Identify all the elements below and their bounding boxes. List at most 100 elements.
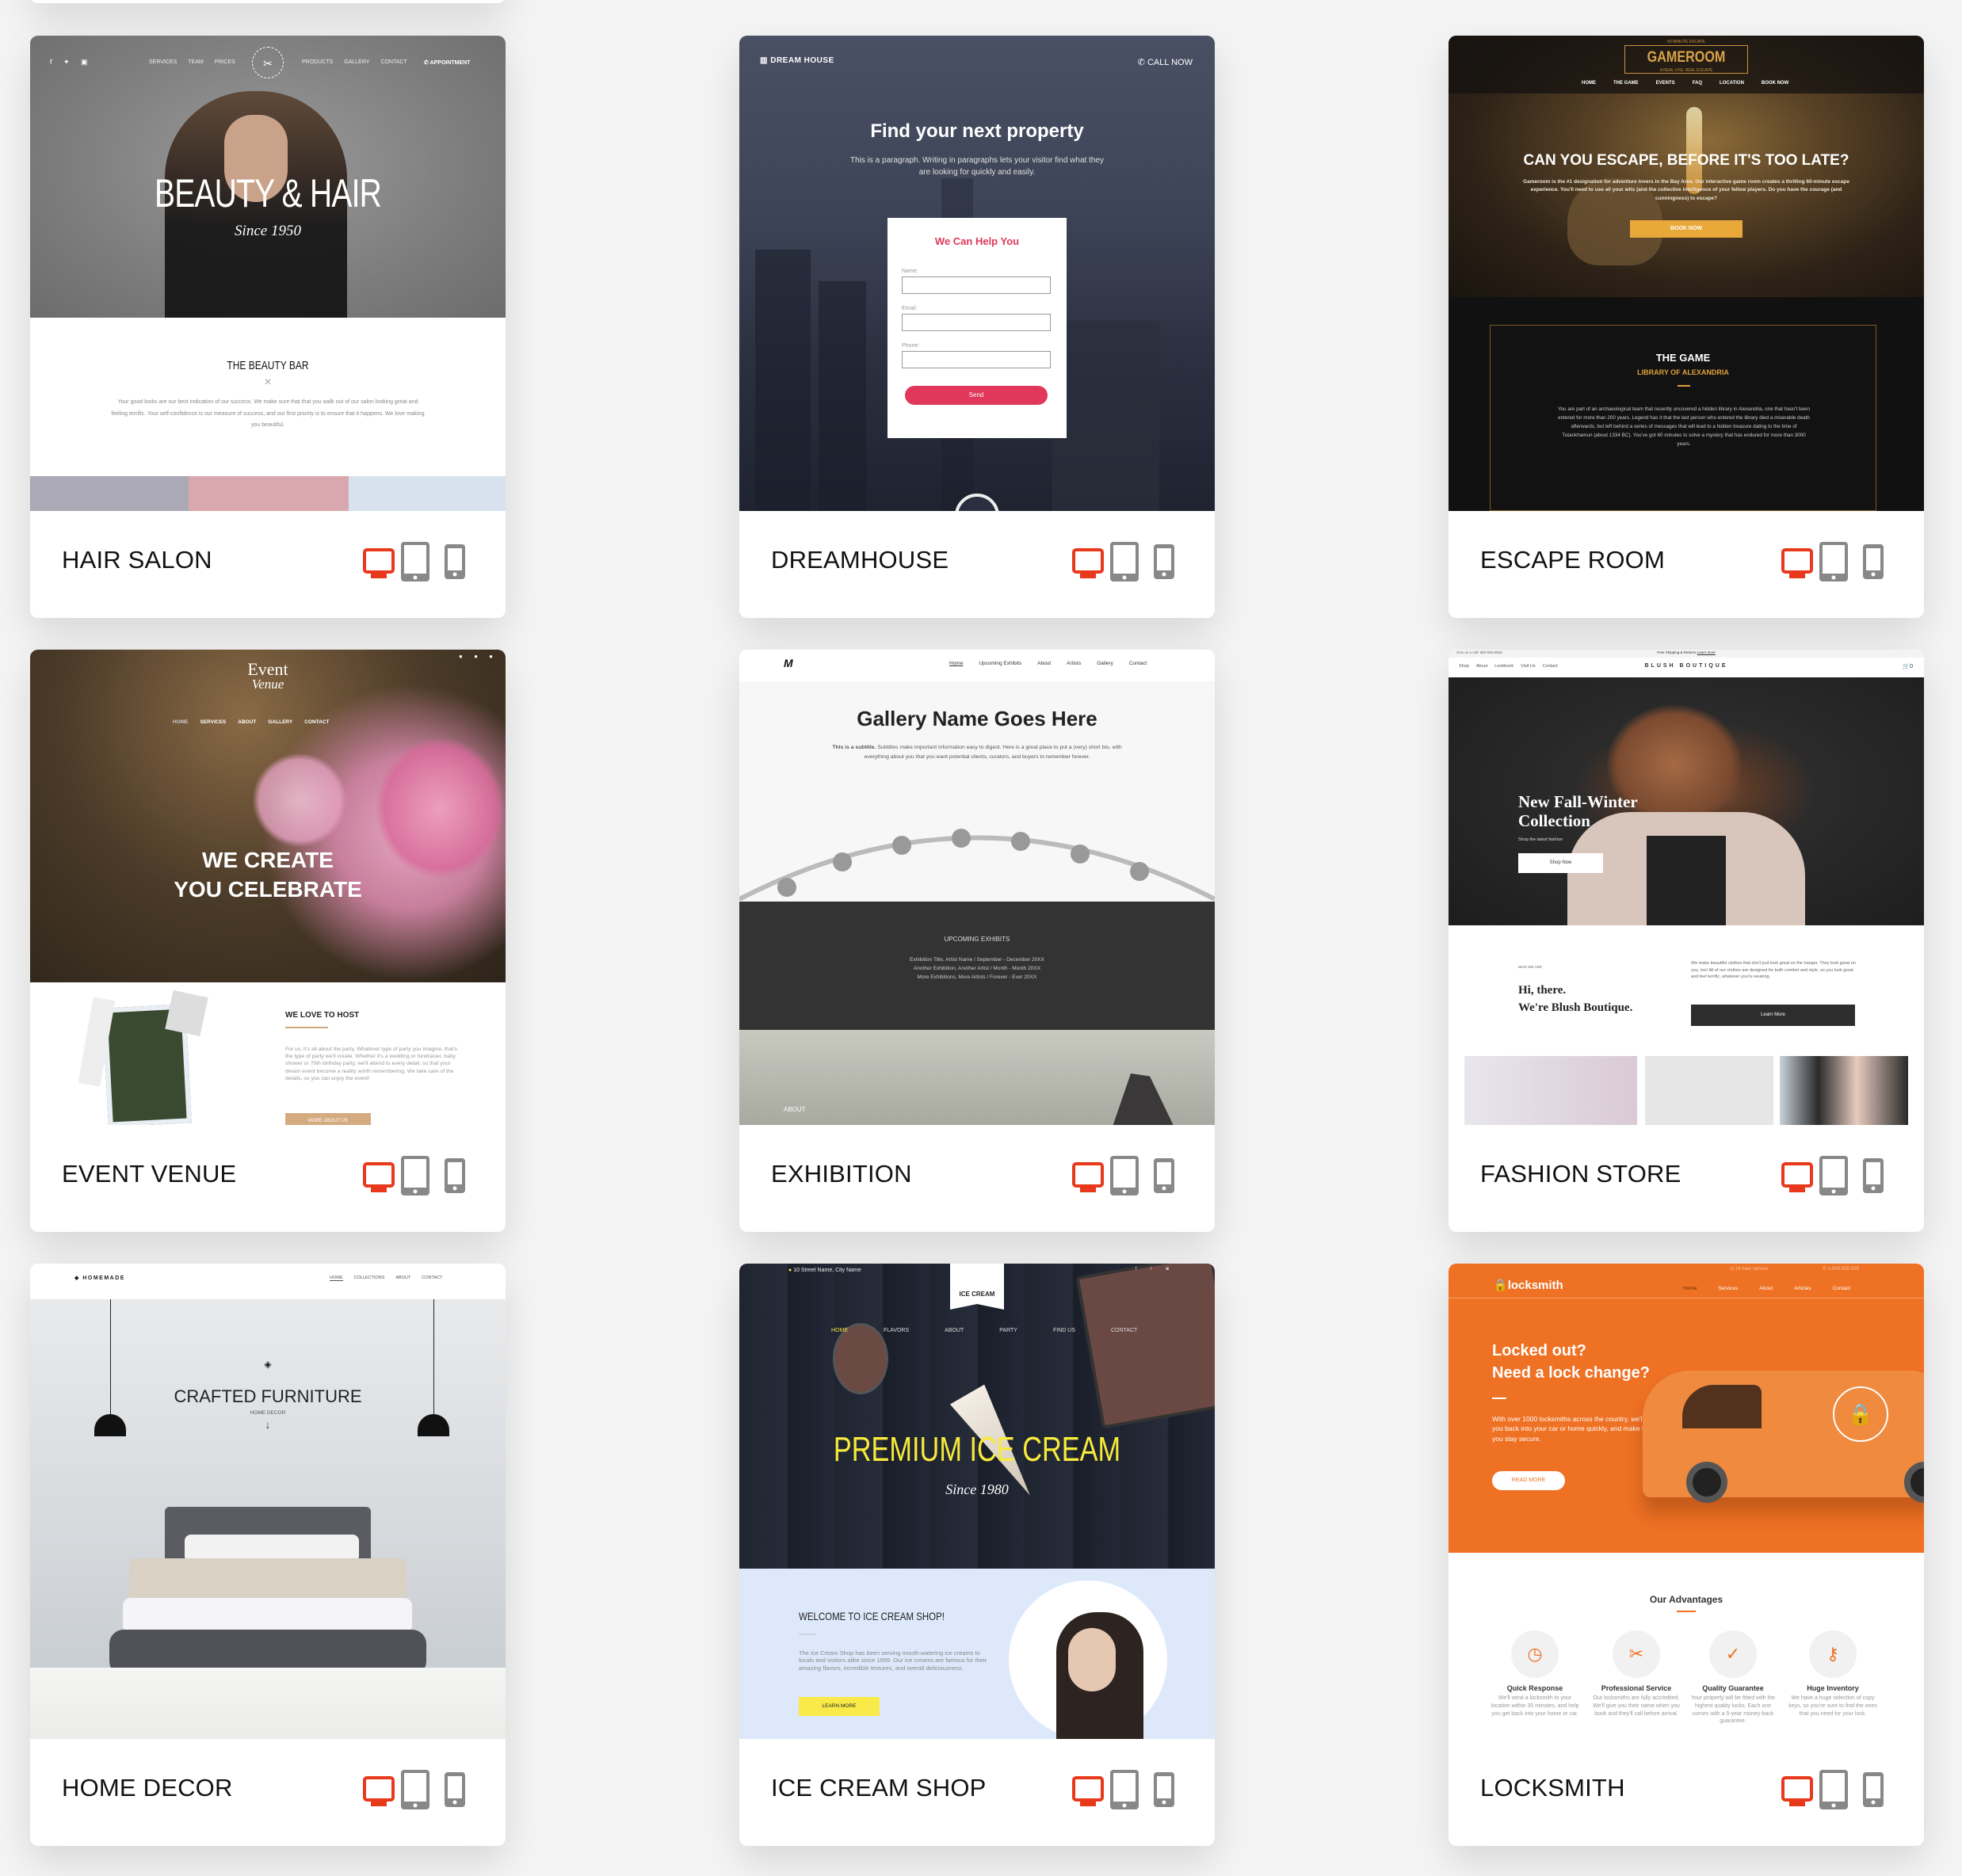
template-preview[interactable]: ● 10 Street Name, City Name ICE CREAM f … bbox=[739, 1264, 1215, 1739]
tools-icon: ✂ bbox=[1613, 1630, 1660, 1678]
phone-field bbox=[902, 351, 1051, 368]
template-preview[interactable]: ● ● ● Event Venue HOME SERVICES ABOUT GA… bbox=[30, 650, 506, 1125]
nav: HOME COLLECTIONS ABOUT CONTACT bbox=[330, 1275, 442, 1281]
hero-title: BEAUTY & HAIR bbox=[154, 171, 382, 215]
nav-item: CONTACT bbox=[422, 1275, 443, 1280]
template-preview[interactable]: M Home Upcoming Exhibits About Artists G… bbox=[739, 650, 1215, 1125]
desktop-icon[interactable] bbox=[363, 1162, 395, 1194]
template-preview[interactable]: ◆ HOMEMADE HOME COLLECTIONS ABOUT CONTAC… bbox=[30, 1264, 506, 1739]
service-hours: ◷ 24 hour service bbox=[1730, 1267, 1768, 1272]
tablet-icon[interactable] bbox=[1819, 541, 1849, 582]
template-preview[interactable]: ▥ DREAM HOUSE ✆ CALL NOW Find your next … bbox=[739, 36, 1215, 511]
desktop-icon[interactable] bbox=[363, 548, 395, 580]
device-toggle bbox=[1072, 1155, 1183, 1196]
van-image: 🔒 bbox=[1643, 1371, 1924, 1503]
photo bbox=[165, 989, 208, 1037]
address-text: 10 Street Name, City Name bbox=[793, 1268, 861, 1273]
nav: Home Upcoming Exhibits About Artists Gal… bbox=[949, 661, 1147, 666]
device-toggle bbox=[363, 1769, 474, 1810]
device-toggle bbox=[363, 1155, 474, 1196]
phone-icon[interactable] bbox=[444, 1157, 466, 1194]
template-card-ice-cream-shop[interactable]: ● 10 Street Name, City Name ICE CREAM f … bbox=[739, 1264, 1215, 1846]
tablet-icon[interactable] bbox=[1819, 1155, 1849, 1196]
tablet-icon[interactable] bbox=[1109, 1155, 1139, 1196]
tablet-icon[interactable] bbox=[400, 1155, 430, 1196]
read-more-button: READ MORE bbox=[1492, 1471, 1565, 1490]
hero-image: f ✦ ▣ SERVICES TEAM PRICES ✂ PRODUCTS GA… bbox=[30, 36, 506, 318]
nav-item: ABOUT bbox=[395, 1275, 411, 1280]
hero-image: ● ● ● Event Venue HOME SERVICES ABOUT GA… bbox=[30, 650, 506, 982]
template-card-hair-salon[interactable]: f ✦ ▣ SERVICES TEAM PRICES ✂ PRODUCTS GA… bbox=[30, 36, 506, 618]
social-icons: f t ◙ bbox=[1135, 1267, 1175, 1272]
field-label: Phone: bbox=[902, 343, 920, 349]
phone-icon[interactable] bbox=[1862, 1771, 1884, 1808]
gallery-image bbox=[30, 476, 189, 511]
template-preview[interactable]: 60 MINUTE ESCAPE GAMEROOM A REAL LIFE, R… bbox=[1449, 36, 1924, 511]
tablet-icon[interactable] bbox=[400, 541, 430, 582]
book-now-button: BOOK NOW bbox=[1630, 220, 1743, 238]
about-section: WHO WE ARE Hi, there. We're Blush Boutiqu… bbox=[1449, 925, 1924, 1125]
navbar: Shop About Lookbook Visit Us Contact BLU… bbox=[1449, 658, 1924, 677]
template-card-locksmith[interactable]: 🔒locksmith ◷ 24 hour service ✆ 1-800-555… bbox=[1449, 1264, 1924, 1846]
nav-item: Upcoming Exhibits bbox=[979, 661, 1022, 666]
template-card-partial bbox=[30, 0, 506, 3]
shipping-label: Free Shipping & Returns bbox=[1657, 650, 1697, 654]
desktop-icon[interactable] bbox=[1781, 548, 1813, 580]
logo: ◆ HOMEMADE bbox=[74, 1275, 125, 1281]
phone-icon[interactable] bbox=[444, 543, 466, 580]
tablet-icon[interactable] bbox=[1109, 1769, 1139, 1810]
template-card-exhibition[interactable]: M Home Upcoming Exhibits About Artists G… bbox=[739, 650, 1215, 1232]
phone-icon[interactable] bbox=[444, 1771, 466, 1808]
template-preview[interactable]: f ✦ ▣ SERVICES TEAM PRICES ✂ PRODUCTS GA… bbox=[30, 36, 506, 511]
exhibit-item: More Exhibitions, More Artists / Forever… bbox=[917, 974, 1037, 980]
section-body: You are part of an archaeological team t… bbox=[1557, 406, 1811, 448]
template-preview[interactable]: Give us a call: 555-555-5555 Free Shippi… bbox=[1449, 650, 1924, 1125]
more-about-button: MORE ABOUT US bbox=[285, 1113, 371, 1125]
advantage-title: Quick Response bbox=[1506, 1684, 1563, 1692]
nav-item: FLAVORS bbox=[884, 1328, 910, 1333]
template-card-escape-room[interactable]: 60 MINUTE ESCAPE GAMEROOM A REAL LIFE, R… bbox=[1449, 36, 1924, 618]
template-card-home-decor[interactable]: ◆ HOMEMADE HOME COLLECTIONS ABOUT CONTAC… bbox=[30, 1264, 506, 1846]
phone-icon[interactable] bbox=[1153, 1771, 1175, 1808]
nav-item: About bbox=[1759, 1286, 1773, 1291]
template-card-fashion-store[interactable]: Give us a call: 555-555-5555 Free Shippi… bbox=[1449, 650, 1924, 1232]
tablet-icon[interactable] bbox=[1109, 541, 1139, 582]
desktop-icon[interactable] bbox=[1781, 1776, 1813, 1808]
form-title: We Can Help You bbox=[934, 235, 1020, 247]
exhibit-item: Another Exhibition, Another Artist / Mon… bbox=[913, 966, 1041, 971]
desktop-icon[interactable] bbox=[1072, 1776, 1104, 1808]
tablet-icon[interactable] bbox=[1819, 1769, 1849, 1810]
desktop-icon[interactable] bbox=[1072, 1162, 1104, 1194]
logo-text: DREAM HOUSE bbox=[770, 56, 834, 65]
bed-image bbox=[105, 1507, 430, 1681]
advantage-title: Quality Guarantee bbox=[1702, 1684, 1764, 1692]
template-card-event-venue[interactable]: ● ● ● Event Venue HOME SERVICES ABOUT GA… bbox=[30, 650, 506, 1232]
template-name: ICE CREAM SHOP bbox=[771, 1774, 987, 1802]
desktop-icon[interactable] bbox=[363, 1776, 395, 1808]
phone-icon[interactable] bbox=[1862, 543, 1884, 580]
template-preview[interactable]: 🔒locksmith ◷ 24 hour service ✆ 1-800-555… bbox=[1449, 1264, 1924, 1739]
nav: HOME FLAVORS ABOUT PARTY FIND US CONTACT bbox=[831, 1328, 1137, 1333]
desktop-icon[interactable] bbox=[1781, 1162, 1813, 1194]
phone-icon[interactable] bbox=[1153, 1157, 1175, 1194]
phone-icon[interactable] bbox=[1862, 1157, 1884, 1194]
nav-item: FIND US bbox=[1052, 1328, 1075, 1333]
about-section: THE BEAUTY BAR ✕ Your good looks are our… bbox=[30, 318, 506, 476]
template-card-dreamhouse[interactable]: ▥ DREAM HOUSE ✆ CALL NOW Find your next … bbox=[739, 36, 1215, 618]
ferris-wheel-image bbox=[739, 829, 1215, 902]
section-body: The Ice Cream Shop has been serving mout… bbox=[799, 1649, 987, 1672]
hero-image: ● 10 Street Name, City Name ICE CREAM f … bbox=[739, 1264, 1215, 1569]
hero-subtitle: Since 1980 bbox=[945, 1481, 1009, 1497]
desktop-icon[interactable] bbox=[1072, 548, 1104, 580]
hero-image: New Fall-Winter Collection Shop the lates… bbox=[1449, 677, 1924, 925]
nav-item: Artists bbox=[1067, 661, 1082, 666]
announcement-bar: Give us a call: 555-555-5555 Free Shippi… bbox=[1449, 650, 1924, 658]
call-now-link: ✆ CALL NOW bbox=[1137, 58, 1193, 67]
phone-icon[interactable] bbox=[1153, 543, 1175, 580]
hero-title: CRAFTED FURNITURE bbox=[174, 1386, 362, 1406]
nav-item: BOOK NOW bbox=[1761, 81, 1789, 86]
tablet-icon[interactable] bbox=[400, 1769, 430, 1810]
hero-image: ◈ CRAFTED FURNITURE HOME DECOR ↓ bbox=[30, 1299, 506, 1676]
advantage-body: We'll send a locksmith to your location … bbox=[1491, 1695, 1579, 1717]
hero-title: Find your next property bbox=[870, 120, 1084, 142]
